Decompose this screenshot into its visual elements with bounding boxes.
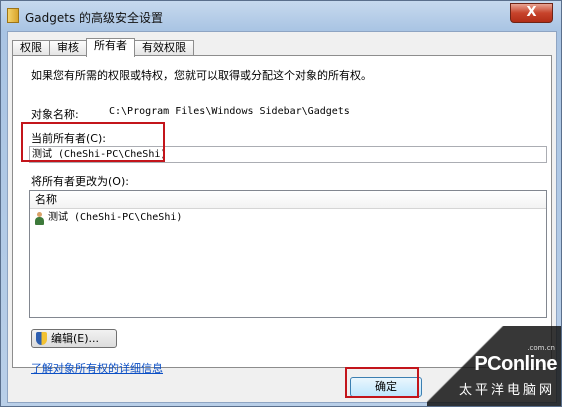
highlight-ok-button: [345, 367, 419, 398]
site-watermark: .com.cn PConline 太平洋电脑网: [427, 326, 561, 406]
list-item-label: 测试 (CheShi-PC\CheShi): [48, 212, 183, 223]
uac-shield-icon: [36, 332, 47, 345]
window-title: Gadgets 的高级安全设置: [25, 11, 164, 25]
title-bar[interactable]: Gadgets 的高级安全设置 X: [1, 1, 561, 31]
highlight-current-owner: [21, 122, 165, 162]
folder-icon: [7, 8, 19, 23]
edit-button-label: 编辑(E)...: [51, 332, 100, 345]
tab-strip: 权限 审核 所有者 有效权限: [12, 38, 194, 57]
edit-button[interactable]: 编辑(E)...: [31, 329, 117, 348]
change-owner-label: 将所有者更改为(O):: [31, 175, 129, 188]
ownership-details-link[interactable]: 了解对象所有权的详细信息: [31, 360, 163, 376]
watermark-logo: PConline: [474, 353, 557, 375]
list-header-name[interactable]: 名称: [30, 191, 546, 209]
close-button[interactable]: X: [510, 3, 553, 23]
object-name-label: 对象名称:: [31, 108, 79, 121]
owner-list[interactable]: 名称 测试 (CheShi-PC\CheShi): [29, 190, 547, 318]
watermark-domain: .com.cn: [527, 344, 555, 352]
tab-effective-permissions[interactable]: 有效权限: [134, 40, 194, 56]
user-icon: [34, 211, 45, 225]
panel-description: 如果您有所需的权限或特权，您就可以取得或分配这个对象的所有权。: [31, 69, 372, 82]
tab-permissions[interactable]: 权限: [12, 40, 50, 56]
object-name-value: C:\Program Files\Windows Sidebar\Gadgets: [109, 106, 350, 117]
list-item[interactable]: 测试 (CheShi-PC\CheShi): [30, 209, 546, 227]
tab-owner[interactable]: 所有者: [86, 38, 135, 57]
owner-panel: 如果您有所需的权限或特权，您就可以取得或分配这个对象的所有权。 对象名称: C:…: [12, 55, 552, 375]
dialog-window: Gadgets 的高级安全设置 X 权限 审核 所有者 有效权限 如果您有所需的…: [0, 0, 562, 407]
tab-auditing[interactable]: 审核: [49, 40, 87, 56]
watermark-subtitle: 太平洋电脑网: [458, 383, 555, 398]
